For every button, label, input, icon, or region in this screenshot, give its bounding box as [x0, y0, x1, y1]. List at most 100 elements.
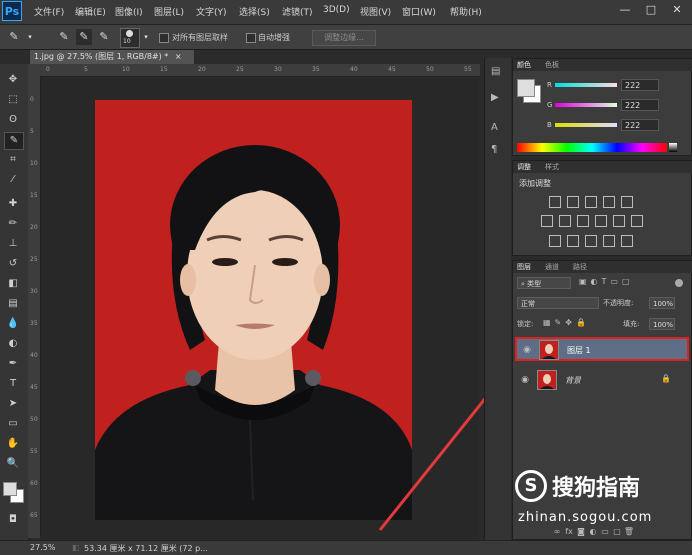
exposure-icon[interactable] [603, 196, 615, 208]
red-slider[interactable] [555, 83, 617, 87]
black-white-icon[interactable] [577, 215, 589, 227]
eraser-tool-icon[interactable]: ◧ [4, 276, 22, 292]
color-foreground-swatch[interactable] [517, 79, 535, 97]
menu-window[interactable]: 窗口(W) [402, 5, 436, 18]
color-balance-icon[interactable] [559, 215, 571, 227]
layer-row-layer1[interactable]: ◉ 图层 1 [515, 337, 689, 361]
menu-image[interactable]: 图像(I) [115, 5, 143, 18]
gradient-tool-icon[interactable]: ▤ [4, 296, 22, 312]
opacity-input[interactable]: 100% [649, 297, 675, 309]
hand-tool-icon[interactable]: ✋ [4, 436, 22, 452]
tab-styles[interactable]: 样式 [545, 162, 559, 172]
layer-filter-icons[interactable]: ▣◐T▭▢ [579, 277, 634, 286]
visibility-eye-icon[interactable]: ◉ [521, 344, 533, 356]
clone-stamp-tool-icon[interactable]: ⊥ [4, 236, 22, 252]
lasso-tool-icon[interactable]: ʘ [4, 112, 22, 128]
sample-all-layers-checkbox[interactable] [159, 33, 169, 43]
quick-selection-tool-icon[interactable]: ✎ [4, 132, 24, 150]
layer-row-background[interactable]: ◉ 背景 🔒 [515, 369, 689, 393]
type-tool-icon[interactable]: T [4, 376, 22, 392]
invert-icon[interactable] [549, 235, 561, 247]
maximize-button[interactable]: □ [640, 0, 662, 20]
document-info[interactable]: 53.34 厘米 x 71.12 厘米 (72 p... [84, 543, 208, 554]
tool-preset-dropdown-icon[interactable]: ▾ [22, 29, 38, 45]
menu-edit[interactable]: 编辑(E) [75, 5, 106, 18]
foreground-color-swatch[interactable] [3, 482, 17, 496]
vibrance-icon[interactable] [621, 196, 633, 208]
blue-slider[interactable] [555, 123, 617, 127]
new-layer-icon[interactable]: ▢ [611, 527, 623, 536]
green-value-input[interactable]: 222 [621, 99, 659, 111]
new-adjustment-layer-icon[interactable]: ◐ [587, 527, 599, 536]
blue-value-input[interactable]: 222 [621, 119, 659, 131]
eyedropper-tool-icon[interactable]: ⁄ [4, 172, 22, 188]
close-tab-icon[interactable]: × [175, 52, 182, 61]
tab-adjustments[interactable]: 调整 [517, 162, 531, 172]
dodge-tool-icon[interactable]: ◐ [4, 336, 22, 352]
path-selection-tool-icon[interactable]: ➤ [4, 396, 22, 412]
layer-kind-filter[interactable]: ⌕ 类型 [517, 277, 571, 289]
color-lookup-icon[interactable] [631, 215, 643, 227]
brush-tool-icon[interactable]: ✏ [4, 216, 22, 232]
brush-picker[interactable]: 10 [120, 28, 140, 48]
refine-edge-button[interactable]: 调整边缘... [312, 30, 376, 46]
add-mask-icon[interactable]: ◙ [575, 527, 587, 536]
red-value-input[interactable]: 222 [621, 79, 659, 91]
actions-panel-icon[interactable]: ▶ [491, 92, 499, 103]
layer-style-icon[interactable]: fx [563, 527, 575, 536]
link-layers-icon[interactable]: ∞ [551, 527, 563, 536]
document-tab[interactable]: 1.jpg @ 27.5% (图层 1, RGB/8#) * × [30, 50, 194, 64]
marquee-tool-icon[interactable]: ⬚ [4, 92, 22, 108]
tab-paths[interactable]: 路径 [573, 262, 587, 272]
gradient-map-icon[interactable] [621, 235, 633, 247]
layer-name[interactable]: 图层 1 [567, 345, 591, 356]
character-panel-icon[interactable]: A [491, 122, 498, 133]
layer-name[interactable]: 背景 [565, 375, 581, 386]
lock-icons[interactable]: ▦✎✥🔒 [543, 318, 590, 327]
menu-layer[interactable]: 图层(L) [154, 5, 184, 18]
rectangle-tool-icon[interactable]: ▭ [4, 416, 22, 432]
close-window-button[interactable]: ✕ [666, 0, 688, 20]
new-selection-icon[interactable]: ✎ [56, 29, 72, 45]
menu-select[interactable]: 选择(S) [239, 5, 270, 18]
hue-saturation-icon[interactable] [541, 215, 553, 227]
channel-mixer-icon[interactable] [613, 215, 625, 227]
history-brush-tool-icon[interactable]: ↺ [4, 256, 22, 272]
history-panel-icon[interactable]: ▤ [491, 66, 500, 77]
menu-view[interactable]: 视图(V) [360, 5, 391, 18]
posterize-icon[interactable] [567, 235, 579, 247]
filter-toggle-icon[interactable] [675, 279, 683, 287]
threshold-icon[interactable] [585, 235, 597, 247]
selective-color-icon[interactable] [603, 235, 615, 247]
menu-file[interactable]: 文件(F) [34, 5, 64, 18]
healing-brush-tool-icon[interactable]: ✚ [4, 196, 22, 212]
fill-input[interactable]: 100% [649, 318, 675, 330]
paragraph-panel-icon[interactable]: ¶ [491, 144, 497, 155]
pen-tool-icon[interactable]: ✒ [4, 356, 22, 372]
quick-selection-tool-icon[interactable]: ✎ [6, 29, 22, 45]
black-white-ramp[interactable] [669, 143, 677, 152]
delete-layer-icon[interactable]: 🗑 [623, 527, 635, 536]
color-spectrum-bar[interactable] [517, 143, 667, 152]
zoom-level[interactable]: 27.5% [30, 543, 55, 552]
tab-layers[interactable]: 图层 [517, 262, 531, 272]
subtract-from-selection-icon[interactable]: ✎ [96, 29, 112, 45]
menu-filter[interactable]: 滤镜(T) [282, 5, 313, 18]
new-group-icon[interactable]: ▭ [599, 527, 611, 536]
menu-type[interactable]: 文字(Y) [196, 5, 227, 18]
add-to-selection-icon[interactable]: ✎ [76, 29, 92, 45]
brush-picker-dropdown-icon[interactable]: ▾ [138, 29, 154, 45]
green-slider[interactable] [555, 103, 617, 107]
tab-swatches[interactable]: 色板 [545, 60, 559, 70]
levels-icon[interactable] [567, 196, 579, 208]
zoom-tool-icon[interactable]: 🔍 [4, 456, 22, 472]
tab-color[interactable]: 颜色 [517, 60, 531, 70]
move-tool-icon[interactable]: ✥ [4, 72, 22, 88]
auto-enhance-checkbox[interactable] [246, 33, 256, 43]
tab-channels[interactable]: 通道 [545, 262, 559, 272]
blend-mode-dropdown[interactable]: 正常 [517, 297, 599, 309]
brightness-contrast-icon[interactable] [549, 196, 561, 208]
menu-3d[interactable]: 3D(D) [323, 5, 350, 15]
quick-mask-icon[interactable]: ◘ [4, 512, 22, 528]
crop-tool-icon[interactable]: ⌗ [4, 152, 22, 168]
